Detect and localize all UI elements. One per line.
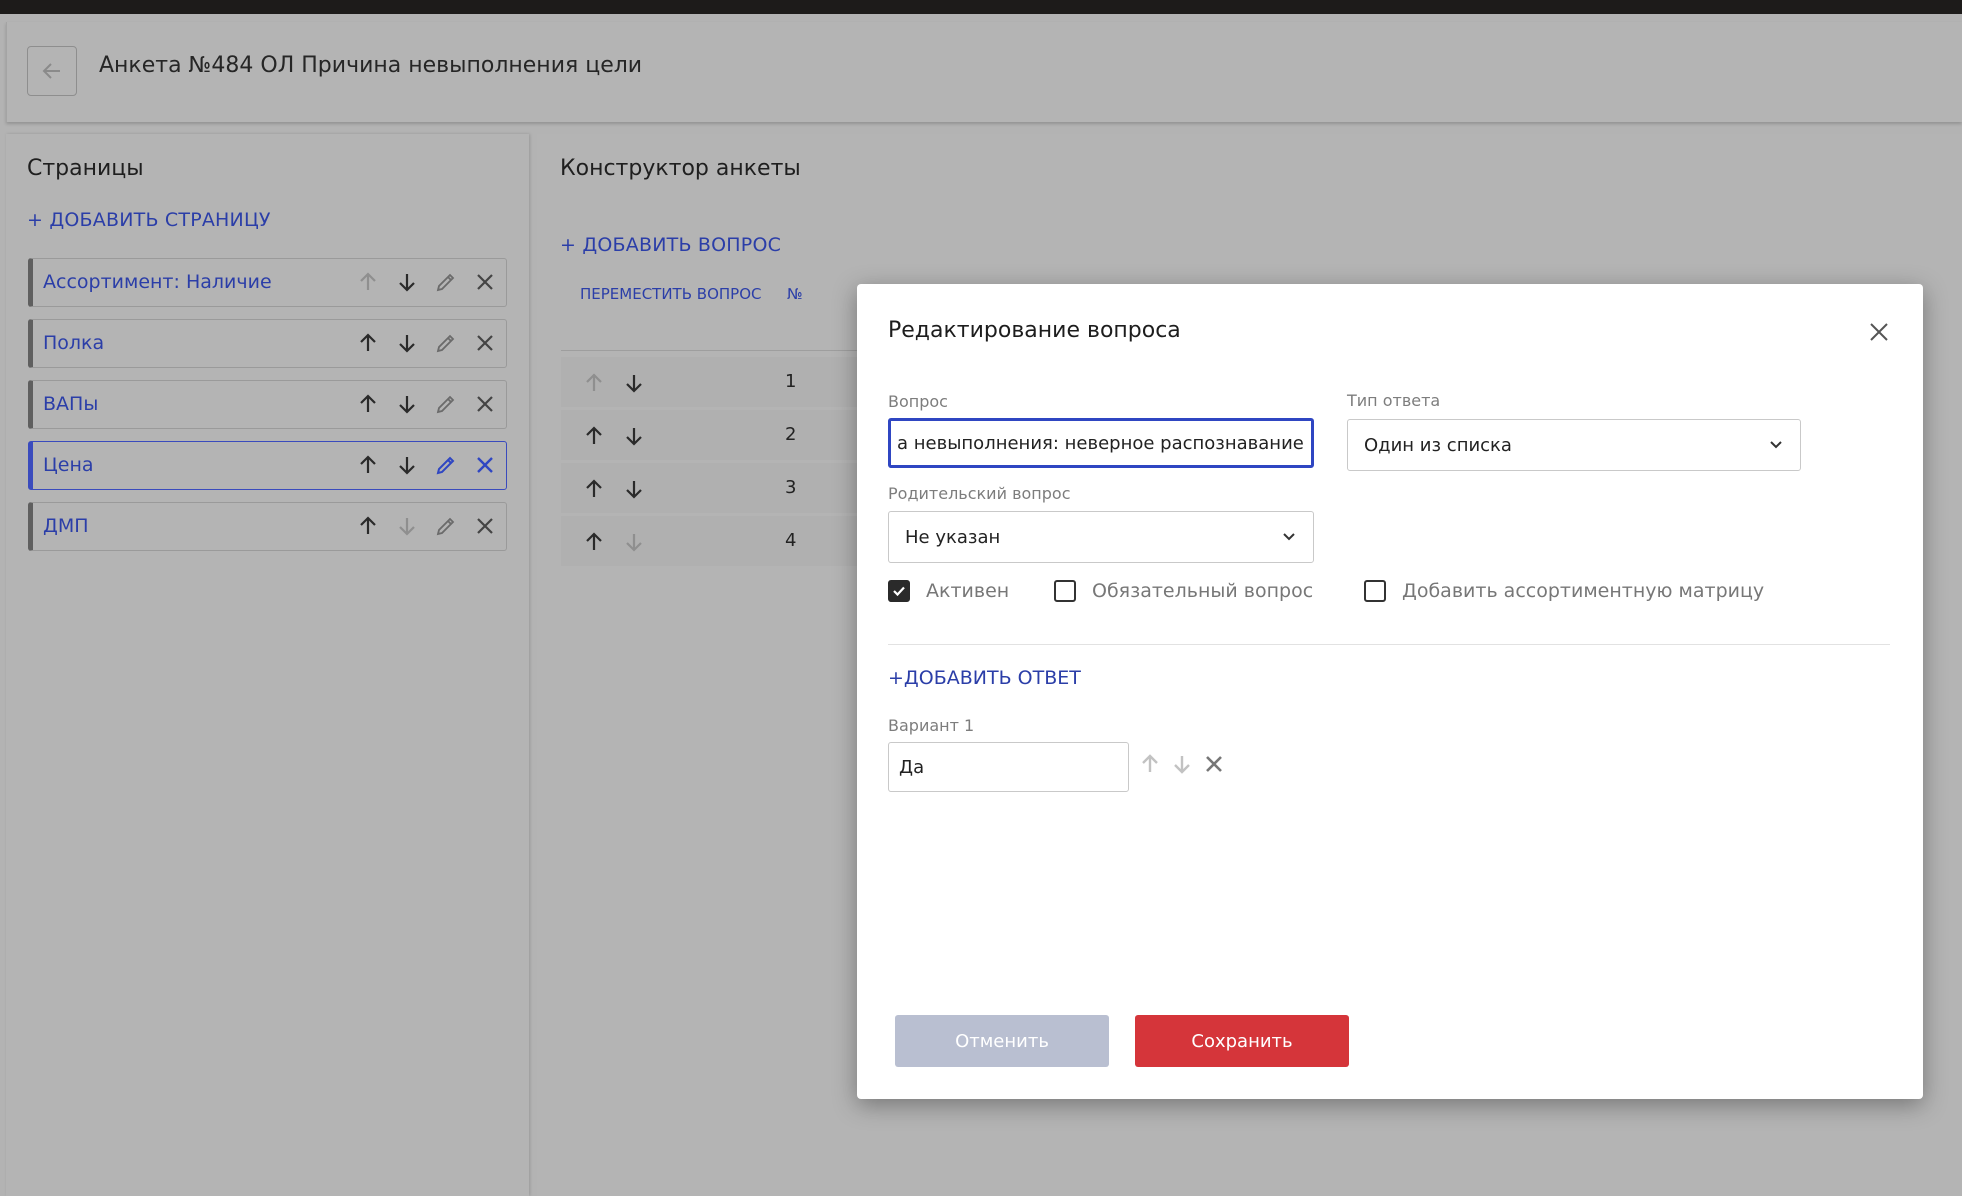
variant-label: Вариант 1 [888, 716, 975, 735]
answer-type-label: Тип ответа [1347, 391, 1441, 410]
checkbox-box[interactable] [1364, 580, 1386, 602]
matrix-checkbox[interactable]: Добавить ассортиментную матрицу [1364, 580, 1764, 602]
variant-input[interactable] [888, 742, 1129, 792]
matrix-checkbox-label: Добавить ассортиментную матрицу [1402, 580, 1765, 602]
modal-title: Редактирование вопроса [888, 318, 1181, 343]
parent-question-value: Не указан [905, 527, 1001, 548]
close-icon [1870, 323, 1888, 341]
modal-divider [888, 644, 1890, 645]
add-answer-button[interactable]: +ДОБАВИТЬ ОТВЕТ [888, 667, 1081, 689]
required-checkbox[interactable]: Обязательный вопрос [1054, 580, 1313, 602]
checkbox-box[interactable] [1054, 580, 1076, 602]
chevron-down-icon [1283, 533, 1295, 541]
edit-question-modal: Редактирование вопроса Вопрос Тип ответа… [857, 284, 1923, 1099]
answer-type-select[interactable]: Один из списка [1347, 419, 1801, 471]
arrow-down-icon[interactable] [1169, 750, 1195, 778]
required-checkbox-label: Обязательный вопрос [1092, 580, 1314, 602]
parent-question-select[interactable]: Не указан [888, 511, 1314, 563]
save-button[interactable]: Сохранить [1135, 1015, 1349, 1067]
question-label: Вопрос [888, 392, 948, 411]
chevron-down-icon [1770, 441, 1782, 449]
checkbox-box[interactable] [888, 580, 910, 602]
parent-question-label: Родительский вопрос [888, 484, 1071, 503]
active-checkbox[interactable]: Активен [888, 580, 1009, 602]
variant-actions [1137, 750, 1227, 778]
modal-close-button[interactable] [1865, 318, 1893, 346]
cancel-button[interactable]: Отменить [895, 1015, 1109, 1067]
active-checkbox-label: Активен [926, 580, 1010, 602]
checkmark-icon [893, 586, 905, 597]
arrow-up-icon[interactable] [1137, 750, 1163, 778]
close-icon[interactable] [1201, 750, 1227, 778]
answer-type-value: Один из списка [1364, 435, 1512, 456]
question-input[interactable] [888, 418, 1314, 468]
